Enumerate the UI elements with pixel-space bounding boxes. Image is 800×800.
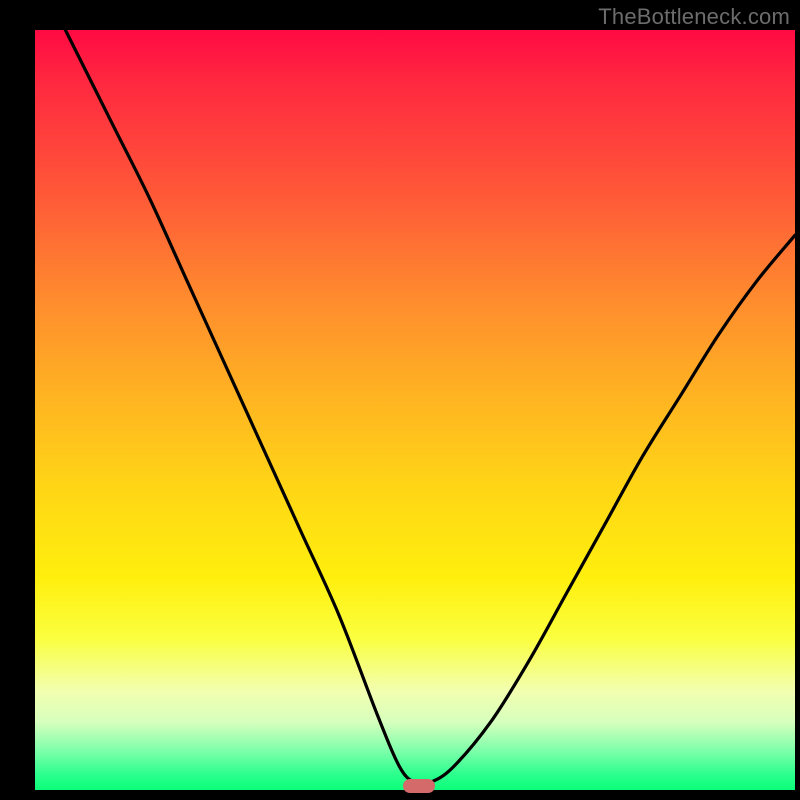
chart-frame: TheBottleneck.com [0,0,800,800]
optimum-marker [403,779,435,793]
plot-area [35,30,795,790]
watermark-text: TheBottleneck.com [598,4,790,30]
bottleneck-curve [35,30,795,790]
